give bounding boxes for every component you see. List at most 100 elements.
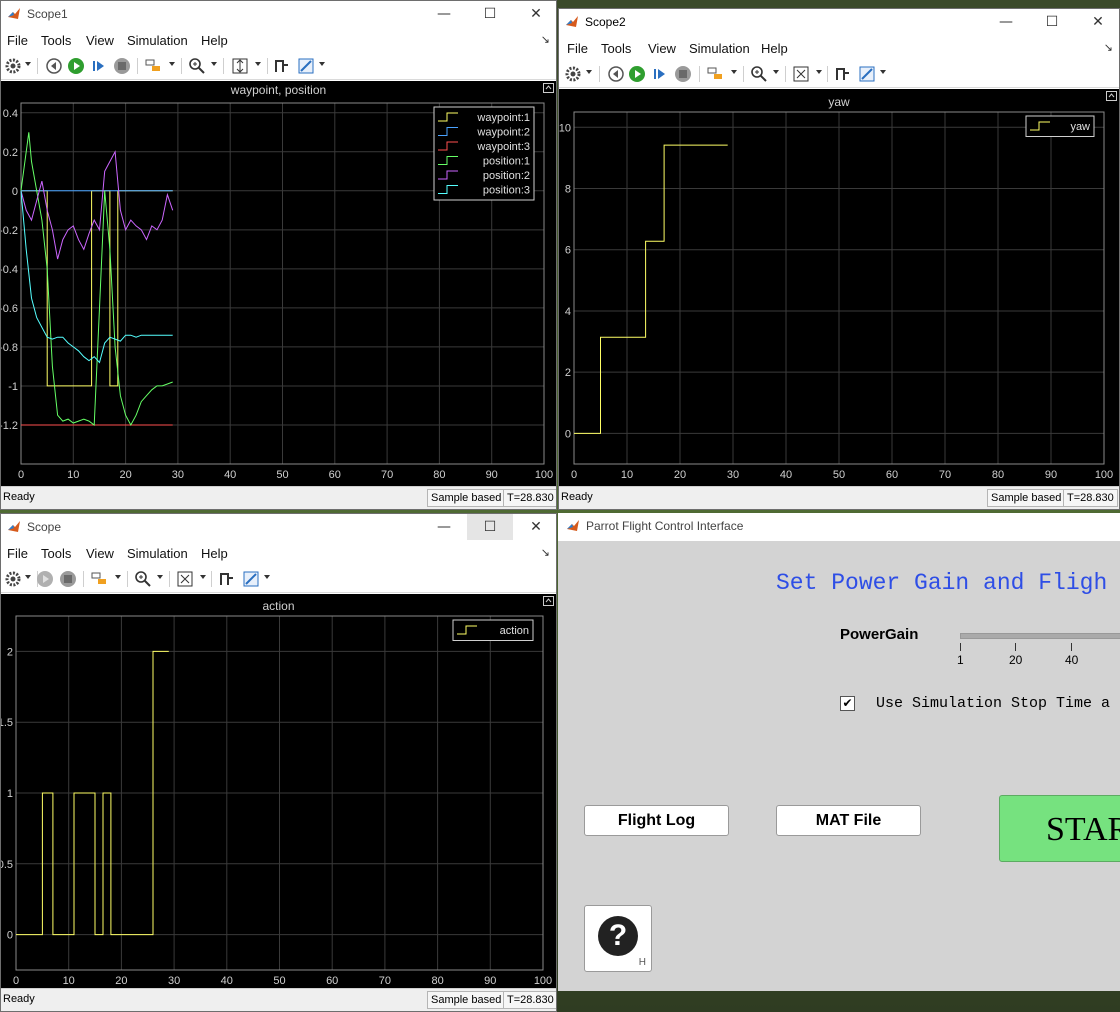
stop-icon[interactable] bbox=[59, 570, 77, 588]
legend-entry: action bbox=[500, 625, 529, 637]
close-button[interactable]: ✕ bbox=[513, 514, 556, 540]
menu-help[interactable]: Help bbox=[201, 546, 228, 561]
style-icon[interactable] bbox=[858, 65, 876, 83]
caret-icon[interactable] bbox=[816, 70, 822, 74]
fit-to-view-icon[interactable] bbox=[792, 65, 810, 83]
flight-log-button[interactable]: Flight Log bbox=[584, 805, 729, 836]
separator bbox=[37, 58, 38, 74]
close-button[interactable]: ✕ bbox=[513, 1, 556, 27]
mat-file-button[interactable]: MAT File bbox=[776, 805, 921, 836]
caret-icon[interactable] bbox=[264, 575, 270, 579]
menu-simulation[interactable]: Simulation bbox=[127, 546, 188, 561]
stop-icon[interactable] bbox=[674, 65, 692, 83]
caret-icon[interactable] bbox=[255, 62, 261, 66]
powergain-slider[interactable] bbox=[960, 633, 1120, 639]
maximize-button[interactable]: ☐ bbox=[1029, 9, 1075, 35]
help-button[interactable]: ? H bbox=[584, 905, 652, 972]
separator bbox=[169, 571, 170, 587]
run-icon[interactable] bbox=[628, 65, 646, 83]
menu-tools[interactable]: Tools bbox=[41, 33, 71, 48]
minimize-button[interactable]: — bbox=[983, 9, 1029, 35]
caret-icon[interactable] bbox=[880, 70, 886, 74]
menu-help[interactable]: Help bbox=[201, 33, 228, 48]
menu-simulation[interactable]: Simulation bbox=[127, 33, 188, 48]
menu-simulation[interactable]: Simulation bbox=[689, 41, 750, 56]
caret-icon[interactable] bbox=[115, 575, 121, 579]
caret-icon[interactable] bbox=[773, 70, 779, 74]
highlight-icon[interactable] bbox=[90, 570, 108, 588]
toolbar bbox=[1, 566, 556, 593]
undock-icon[interactable]: ↘ bbox=[541, 33, 550, 46]
separator bbox=[785, 66, 786, 82]
x-tick-label: 60 bbox=[886, 469, 898, 481]
sample-mode: Sample based bbox=[427, 991, 506, 1009]
zoom-icon[interactable] bbox=[750, 65, 768, 83]
close-button[interactable]: ✕ bbox=[1075, 9, 1119, 35]
x-tick-label: 80 bbox=[433, 469, 445, 481]
undock-icon[interactable]: ↘ bbox=[541, 546, 550, 559]
settings-icon[interactable] bbox=[4, 57, 22, 75]
menu-view[interactable]: View bbox=[86, 33, 114, 48]
caret-icon[interactable] bbox=[319, 62, 325, 66]
menu-file[interactable]: File bbox=[567, 41, 588, 56]
stop-time-checkbox[interactable]: ✔ bbox=[840, 696, 855, 711]
x-tick-label: 90 bbox=[484, 975, 496, 987]
control-heading: Set Power Gain and Fligh bbox=[776, 570, 1108, 596]
highlight-icon[interactable] bbox=[706, 65, 724, 83]
separator bbox=[83, 571, 84, 587]
caret-icon[interactable] bbox=[169, 62, 175, 66]
caret-icon[interactable] bbox=[586, 70, 592, 74]
maximize-button[interactable]: ☐ bbox=[467, 1, 513, 27]
style-icon[interactable] bbox=[242, 570, 260, 588]
settings-icon[interactable] bbox=[564, 65, 582, 83]
menu-view[interactable]: View bbox=[648, 41, 676, 56]
step-forward-icon[interactable] bbox=[651, 65, 669, 83]
status-bar: Ready Sample based T=28.830 bbox=[1, 486, 556, 509]
menu-file[interactable]: File bbox=[7, 546, 28, 561]
undock-icon[interactable]: ↘ bbox=[1104, 41, 1113, 54]
start-button[interactable]: STAR bbox=[999, 795, 1120, 862]
triggers-icon[interactable] bbox=[273, 57, 291, 75]
x-tick-label: 60 bbox=[329, 469, 341, 481]
minimize-button[interactable]: — bbox=[421, 1, 467, 27]
caret-icon[interactable] bbox=[25, 62, 31, 66]
y-tick-label: 2 bbox=[565, 367, 571, 379]
step-back-icon[interactable] bbox=[45, 57, 63, 75]
settings-icon[interactable] bbox=[4, 570, 22, 588]
minimize-button[interactable]: — bbox=[421, 514, 467, 540]
control-titlebar[interactable]: Parrot Flight Control Interface bbox=[558, 513, 1120, 541]
y-tick-label: 6 bbox=[565, 245, 571, 257]
caret-icon[interactable] bbox=[157, 575, 163, 579]
x-tick-label: 30 bbox=[727, 469, 739, 481]
step-back-icon[interactable] bbox=[607, 65, 625, 83]
menu-tools[interactable]: Tools bbox=[41, 546, 71, 561]
zoom-icon[interactable] bbox=[134, 570, 152, 588]
caret-icon[interactable] bbox=[200, 575, 206, 579]
scope-titlebar[interactable]: Scope — ☐ ✕ bbox=[1, 514, 556, 540]
style-icon[interactable] bbox=[297, 57, 315, 75]
triggers-icon[interactable] bbox=[218, 570, 236, 588]
run-icon[interactable] bbox=[67, 57, 85, 75]
separator bbox=[267, 58, 268, 74]
highlight-icon[interactable] bbox=[144, 57, 162, 75]
caret-icon[interactable] bbox=[731, 70, 737, 74]
menu-file[interactable]: File bbox=[7, 33, 28, 48]
fit-to-view-icon[interactable] bbox=[176, 570, 194, 588]
triggers-icon[interactable] bbox=[834, 65, 852, 83]
autoscale-icon[interactable] bbox=[231, 57, 249, 75]
scope1-titlebar[interactable]: Scope1 — ☐ ✕ bbox=[1, 1, 556, 27]
caret-icon[interactable] bbox=[25, 575, 31, 579]
x-tick-label: 40 bbox=[780, 469, 792, 481]
caret-icon[interactable] bbox=[211, 62, 217, 66]
step-forward-icon[interactable] bbox=[90, 57, 108, 75]
stop-icon[interactable] bbox=[113, 57, 131, 75]
menu-help[interactable]: Help bbox=[761, 41, 788, 56]
zoom-icon[interactable] bbox=[188, 57, 206, 75]
menu-view[interactable]: View bbox=[86, 546, 114, 561]
y-tick-label: 0.2 bbox=[3, 147, 18, 159]
maximize-button[interactable]: ☐ bbox=[467, 514, 513, 540]
run-icon[interactable] bbox=[36, 570, 54, 588]
menu-tools[interactable]: Tools bbox=[601, 41, 631, 56]
scope2-titlebar[interactable]: Scope2 — ☐ ✕ bbox=[559, 9, 1119, 35]
plot-area: waypoint, position 0 10 20 30 40 50 60 70 80 90 10… bbox=[1, 81, 556, 489]
